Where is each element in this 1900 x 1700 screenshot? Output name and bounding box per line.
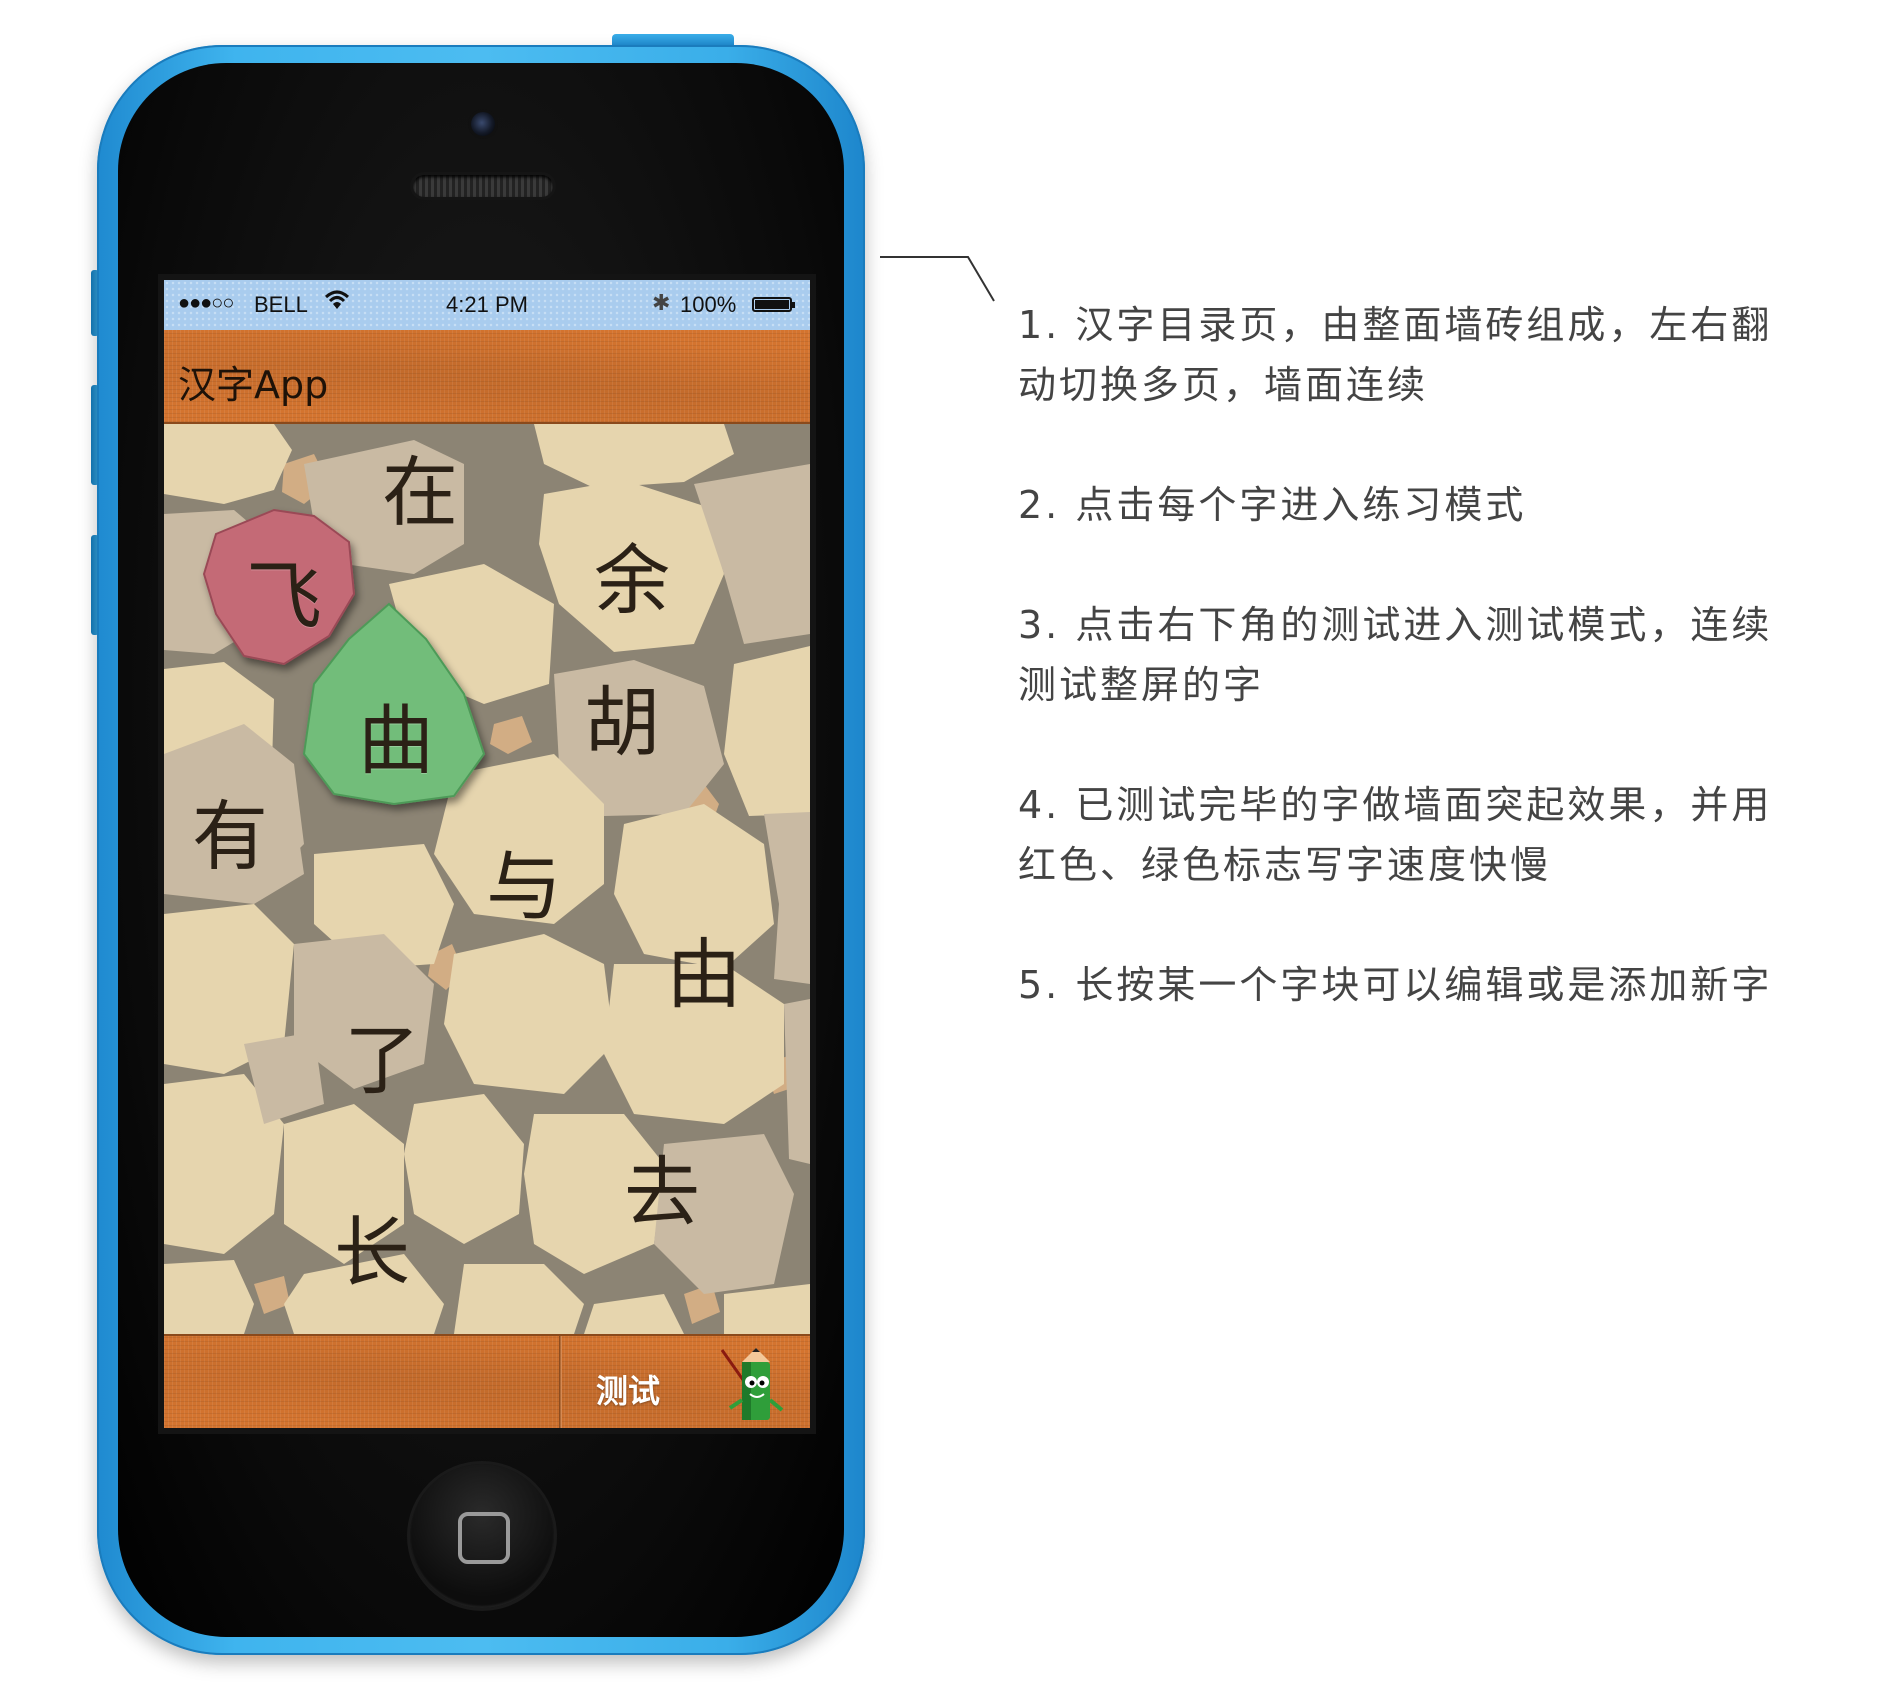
app-title: 汉字App: [178, 363, 329, 407]
wall-char-tile[interactable]: 曲: [336, 696, 456, 786]
mockup-stage: ●●●○○ BELL 4:21 PM ✱ 100% 汉字App 在 飞 余 曲 …: [0, 0, 1900, 1700]
wall-char-tile[interactable]: 由: [644, 930, 764, 1020]
status-bar: ●●●○○ BELL 4:21 PM ✱ 100%: [164, 280, 810, 330]
note-item: 4. 已测试完毕的字做墙面突起效果，并用红色、绿色标志写字速度快慢: [1018, 783, 1773, 887]
test-button-label: 测试: [596, 1372, 661, 1410]
wall-char-tile[interactable]: 有: [170, 792, 290, 882]
earpiece-speaker: [413, 175, 553, 197]
callout-connector: [880, 256, 995, 302]
battery-percent: 100%: [680, 292, 737, 317]
note-item: 3. 点击右下角的测试进入测试模式，连续测试整屏的字: [1018, 603, 1773, 707]
wall-char-tile[interactable]: 胡: [562, 678, 682, 768]
note-item: 5. 长按某一个字块可以编辑或是添加新字: [1018, 963, 1773, 1007]
pencil-mascot-icon: [720, 1348, 784, 1420]
phone-screen: ●●●○○ BELL 4:21 PM ✱ 100% 汉字App 在 飞 余 曲 …: [158, 274, 816, 1434]
wall-char-tile[interactable]: 在: [360, 448, 480, 538]
note-item: 1. 汉字目录页，由整面墙砖组成，左右翻动切换多页，墙面连续: [1018, 303, 1773, 407]
annotation-notes: 1. 汉字目录页，由整面墙砖组成，左右翻动切换多页，墙面连续 2. 点击每个字进…: [1018, 295, 1798, 1075]
note-item: 2. 点击每个字进入练习模式: [1018, 483, 1527, 527]
wall-char-tile[interactable]: 了: [322, 1016, 442, 1106]
wall-char-tile[interactable]: 长: [312, 1208, 432, 1298]
wall-char-tile[interactable]: 去: [602, 1148, 722, 1238]
wall-char-tile[interactable]: 与: [464, 842, 584, 932]
bluetooth-icon: ✱: [652, 290, 671, 315]
wall-char-tile[interactable]: 飞: [224, 552, 344, 642]
front-camera: [471, 112, 495, 136]
navigation-bar: 汉字App: [164, 330, 810, 424]
battery-icon: [752, 297, 795, 312]
character-wall[interactable]: 在 飞 余 曲 胡 有 与 由 了 去 长: [164, 424, 810, 1334]
bottom-tab-bar: 测试: [164, 1334, 810, 1428]
wall-char-tile[interactable]: 余: [572, 536, 692, 626]
home-square-icon: [458, 1512, 510, 1564]
test-mode-button[interactable]: 测试: [562, 1336, 810, 1428]
home-button[interactable]: [410, 1464, 554, 1608]
